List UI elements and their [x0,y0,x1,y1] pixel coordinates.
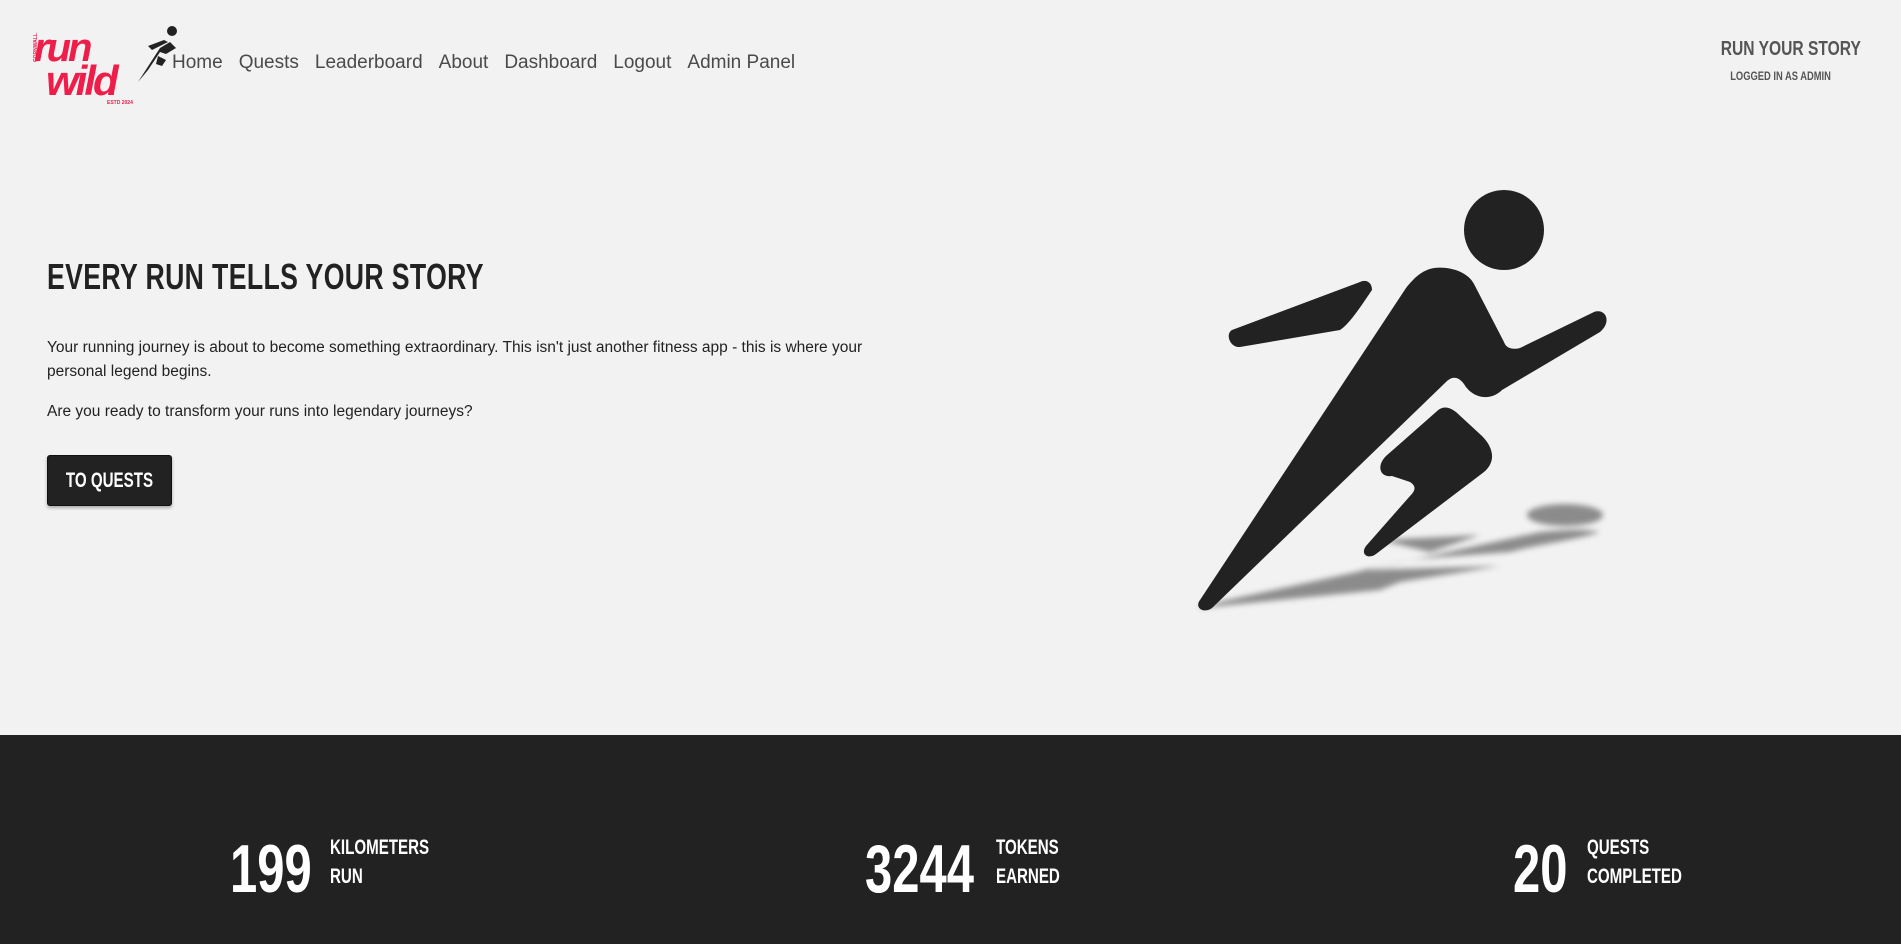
header-status: RUN YOUR STORY LOGGED IN AS ADMIN [1701,38,1861,85]
nav-admin-panel[interactable]: Admin Panel [687,52,795,74]
stat-quests-label-line2: COMPLETED [1587,865,1682,888]
stat-tokens-label-line1: TOKENS [996,836,1059,859]
nav-quests[interactable]: Quests [239,52,299,74]
to-quests-button-label: TO QUESTS [65,468,154,492]
site-header: run wild CORNWALL ESTD 2024 Home Quests … [0,0,1901,130]
header-tagline: RUN YOUR STORY [1720,38,1861,60]
stat-kilometers-label-line2: RUN [330,865,363,888]
stat-kilometers-label-line1: KILOMETERS [330,836,430,859]
site-logo[interactable]: run wild CORNWALL ESTD 2024 [32,24,177,108]
stat-tokens-value: 3244 [865,831,974,907]
logo-tagline-bottom: ESTD 2024 [107,100,133,106]
nav-dashboard[interactable]: Dashboard [504,52,597,74]
running-man-icon [138,26,177,82]
to-quests-button[interactable]: TO QUESTS [47,455,172,506]
stat-quests-label: QUESTS COMPLETED [1587,833,1682,891]
stat-tokens: 3244 TOKENS EARNED [865,831,1060,907]
hero-title: EVERY RUN TELLS YOUR STORY [47,256,484,297]
nav-logout[interactable]: Logout [613,52,671,74]
logo-tagline-side: CORNWALL [33,33,39,62]
stat-kilometers-value: 199 [230,831,312,907]
stats-bar: 199 KILOMETERS RUN 3244 TOKENS EARNED 20… [0,735,1901,944]
stat-kilometers: 199 KILOMETERS RUN [230,831,429,907]
stat-tokens-label-line2: EARNED [996,865,1060,888]
hero-intro-text: Your running journey is about to become … [47,339,863,380]
nav-home[interactable]: Home [172,52,223,74]
main-nav: Home Quests Leaderboard About Dashboard … [172,52,795,74]
nav-about[interactable]: About [439,52,489,74]
login-status: LOGGED IN AS ADMIN [1730,69,1832,83]
nav-leaderboard[interactable]: Leaderboard [315,52,423,74]
stat-tokens-label: TOKENS EARNED [996,833,1060,891]
running-figure-icon [1198,190,1607,611]
logo-word-wild: wild [46,57,119,104]
stat-kilometers-label: KILOMETERS RUN [330,833,429,891]
stat-quests-value: 20 [1513,831,1568,907]
stat-quests: 20 QUESTS COMPLETED [1513,831,1682,907]
stat-quests-label-line1: QUESTS [1587,836,1650,859]
hero-question-text: Are you ready to transform your runs int… [47,403,473,420]
